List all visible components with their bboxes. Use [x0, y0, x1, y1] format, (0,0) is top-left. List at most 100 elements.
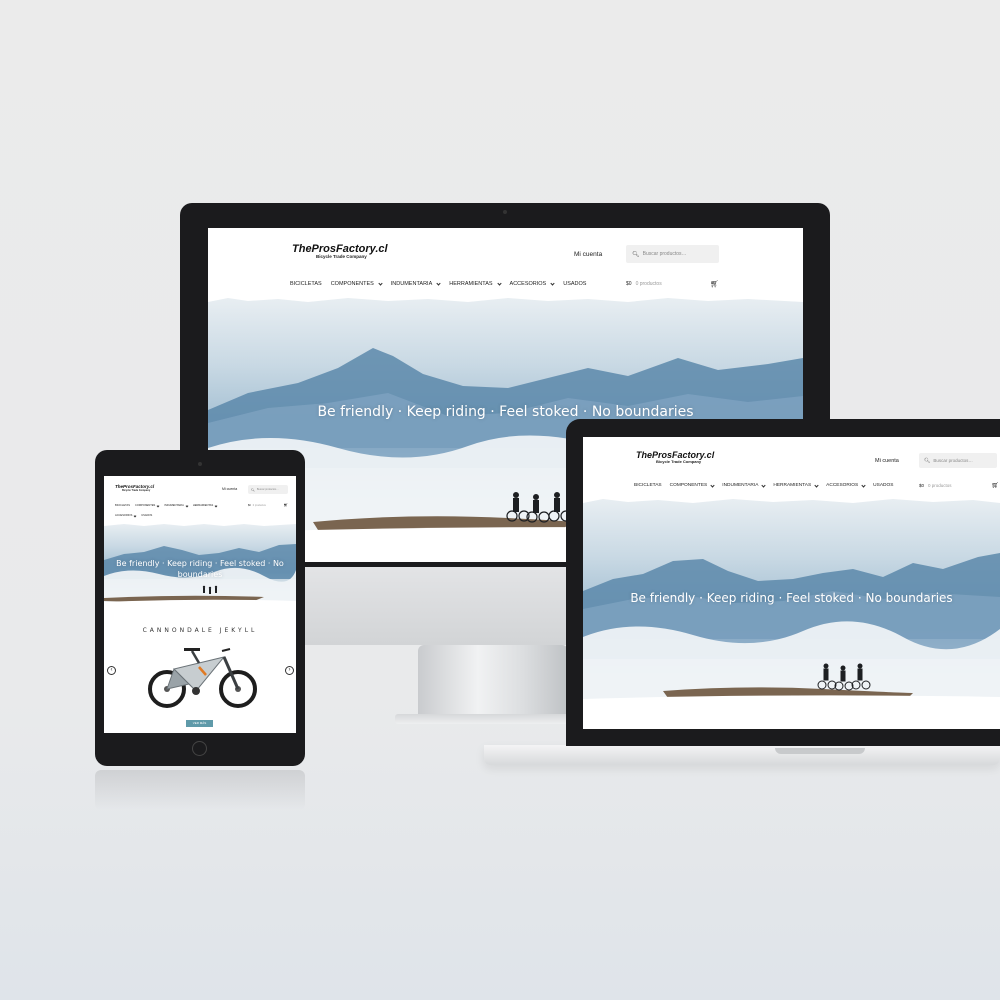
hero-landscape — [583, 499, 1000, 729]
imac-stand — [418, 645, 568, 720]
laptop-base — [484, 745, 1000, 765]
chevron-left-icon: ‹ — [110, 667, 113, 673]
riders-silhouette — [202, 585, 218, 594]
basket-icon[interactable]: 🛒︎ — [710, 281, 719, 288]
search-input[interactable]: 🔍︎ Buscar productos… — [248, 485, 288, 494]
cart-summary[interactable]: $0 0 productos 🛒︎ — [248, 503, 288, 508]
nav-label: COMPONENTES — [669, 483, 708, 488]
nav-item-bicicletas[interactable]: BICICLETAS — [290, 281, 322, 288]
chevron-down-icon — [496, 281, 502, 286]
my-account-link[interactable]: Mi cuenta — [222, 487, 237, 492]
hero-slogan-line2: boundaries — [177, 570, 223, 579]
hero-slogan: Be friendly · Keep riding · Feel stoked … — [317, 404, 694, 420]
chevron-down-icon — [550, 281, 555, 286]
nav-item-accesorios[interactable]: ACCESORIOS — [509, 281, 555, 288]
nav-label: ACCESORIOS — [115, 514, 133, 517]
site-tagline: Bicycle Trade Company — [316, 254, 367, 259]
nav-label: USADOS — [563, 281, 587, 287]
laptop-screen: TheProsFactory.cl Bicycle Trade Company … — [583, 437, 1000, 729]
nav-label: USADOS — [141, 514, 153, 517]
chevron-down-icon — [378, 281, 383, 286]
nav-label: ACCESORIOS — [509, 281, 547, 287]
nav-label: ACCESORIOS — [826, 483, 859, 488]
site-tagline: Bicycle Trade Company — [122, 489, 151, 492]
chevron-down-icon — [214, 504, 218, 508]
nav-item-componentes[interactable]: COMPONENTES — [669, 483, 715, 489]
chevron-down-icon — [710, 483, 715, 488]
nav-label: COMPONENTES — [330, 281, 374, 287]
chevron-down-icon — [133, 514, 137, 518]
laptop-notch — [775, 748, 865, 754]
chevron-down-icon — [761, 483, 767, 488]
imac-stand-base — [395, 714, 595, 724]
cart-summary[interactable]: $0 0 productos 🛒︎ — [919, 483, 999, 489]
main-nav: BICICLETAS COMPONENTES INDUMENTARIA HERR… — [290, 281, 587, 288]
search-placeholder: Buscar productos… — [256, 488, 279, 491]
basket-icon[interactable]: 🛒︎ — [991, 483, 999, 489]
nav-item-bicicletas[interactable]: BICICLETAS — [634, 483, 662, 489]
nav-label: BICICLETAS — [634, 483, 662, 488]
nav-label: INDUMENTARIA — [722, 483, 759, 488]
nav-label: HERRAMIENTAS — [449, 281, 493, 287]
nav-label: INDUMENTARIA — [164, 504, 184, 507]
tablet-camera — [198, 462, 202, 466]
site-tagline: Bicycle Trade Company — [656, 459, 702, 464]
chevron-down-icon — [436, 281, 441, 286]
nav-item-componentes[interactable]: COMPONENTES — [134, 504, 160, 508]
cart-count: 0 productos — [928, 482, 952, 488]
nav-label: HERRAMIENTAS — [773, 483, 812, 488]
imac-camera — [503, 210, 507, 214]
view-more-button[interactable]: VER MÁS — [186, 720, 213, 727]
cart-count: 0 productos — [635, 281, 662, 287]
nav-label: HERRAMIENTAS — [192, 504, 214, 507]
cart-amount: $0 — [626, 281, 632, 287]
main-nav: BICICLETAS COMPONENTES INDUMENTARIA HERR… — [115, 504, 218, 508]
nav-item-accesorios[interactable]: ACCESORIOS — [115, 514, 137, 518]
nav-item-herramientas[interactable]: HERRAMIENTAS — [773, 483, 819, 489]
product-title: CANNONDALE JEKYLL — [142, 627, 258, 634]
nav-item-usados[interactable]: USADOS — [141, 514, 153, 518]
nav-item-accesorios[interactable]: ACCESORIOS — [826, 483, 866, 489]
search-input[interactable]: 🔍︎ Buscar productos… — [626, 245, 719, 263]
nav-item-indumentaria[interactable]: INDUMENTARIA — [722, 483, 767, 489]
nav-item-indumentaria[interactable]: INDUMENTARIA — [391, 281, 441, 288]
search-icon: 🔍︎ — [924, 457, 931, 464]
tablet-reflection — [95, 770, 305, 810]
cart-amount: $0 — [248, 503, 251, 507]
basket-icon[interactable]: 🛒︎ — [284, 503, 288, 508]
nav-item-bicicletas[interactable]: BICICLETAS — [115, 504, 130, 508]
chevron-down-icon — [156, 504, 160, 508]
hero-landscape — [104, 524, 296, 612]
tablet-home-button[interactable] — [192, 741, 207, 756]
nav-label: COMPONENTES — [134, 504, 156, 507]
search-placeholder: Buscar productos… — [642, 251, 687, 257]
chevron-down-icon — [861, 483, 866, 488]
product-bike-image[interactable] — [144, 639, 259, 711]
chevron-down-icon — [185, 504, 189, 508]
nav-item-herramientas[interactable]: HERRAMIENTAS — [192, 504, 218, 508]
chevron-right-icon: › — [288, 667, 291, 673]
nav-item-componentes[interactable]: COMPONENTES — [330, 281, 383, 288]
main-nav-row2: ACCESORIOS USADOS — [115, 514, 153, 518]
search-input[interactable]: 🔍︎ Buscar productos… — [919, 453, 997, 468]
cart-amount: $0 — [919, 482, 925, 488]
cart-count: 0 productos — [252, 503, 266, 507]
nav-label: USADOS — [873, 483, 894, 488]
cart-summary[interactable]: $0 0 productos 🛒︎ — [626, 281, 719, 288]
nav-label: BICICLETAS — [115, 504, 130, 507]
carousel-prev-button[interactable]: ‹ — [107, 666, 116, 675]
nav-item-usados[interactable]: USADOS — [563, 281, 587, 288]
hero-banner: Be friendly · Keep riding · Feel stoked … — [583, 499, 1000, 729]
main-nav: BICICLETAS COMPONENTES INDUMENTARIA HERR… — [634, 483, 894, 489]
my-account-link[interactable]: Mi cuenta — [875, 458, 899, 465]
chevron-down-icon — [814, 483, 819, 488]
nav-item-usados[interactable]: USADOS — [873, 483, 894, 489]
my-account-link[interactable]: Mi cuenta — [574, 251, 602, 259]
tablet-screen: TheProsFactory.cl Bicycle Trade Company … — [104, 476, 296, 733]
hero-banner: Be friendly · Keep riding · Feel stoked … — [104, 524, 296, 612]
search-placeholder: Buscar productos… — [933, 458, 973, 463]
carousel-next-button[interactable]: › — [285, 666, 294, 675]
nav-item-indumentaria[interactable]: INDUMENTARIA — [164, 504, 189, 508]
hero-slogan-line1: Be friendly · Keep riding · Feel stoked … — [116, 559, 284, 568]
nav-item-herramientas[interactable]: HERRAMIENTAS — [449, 281, 502, 288]
